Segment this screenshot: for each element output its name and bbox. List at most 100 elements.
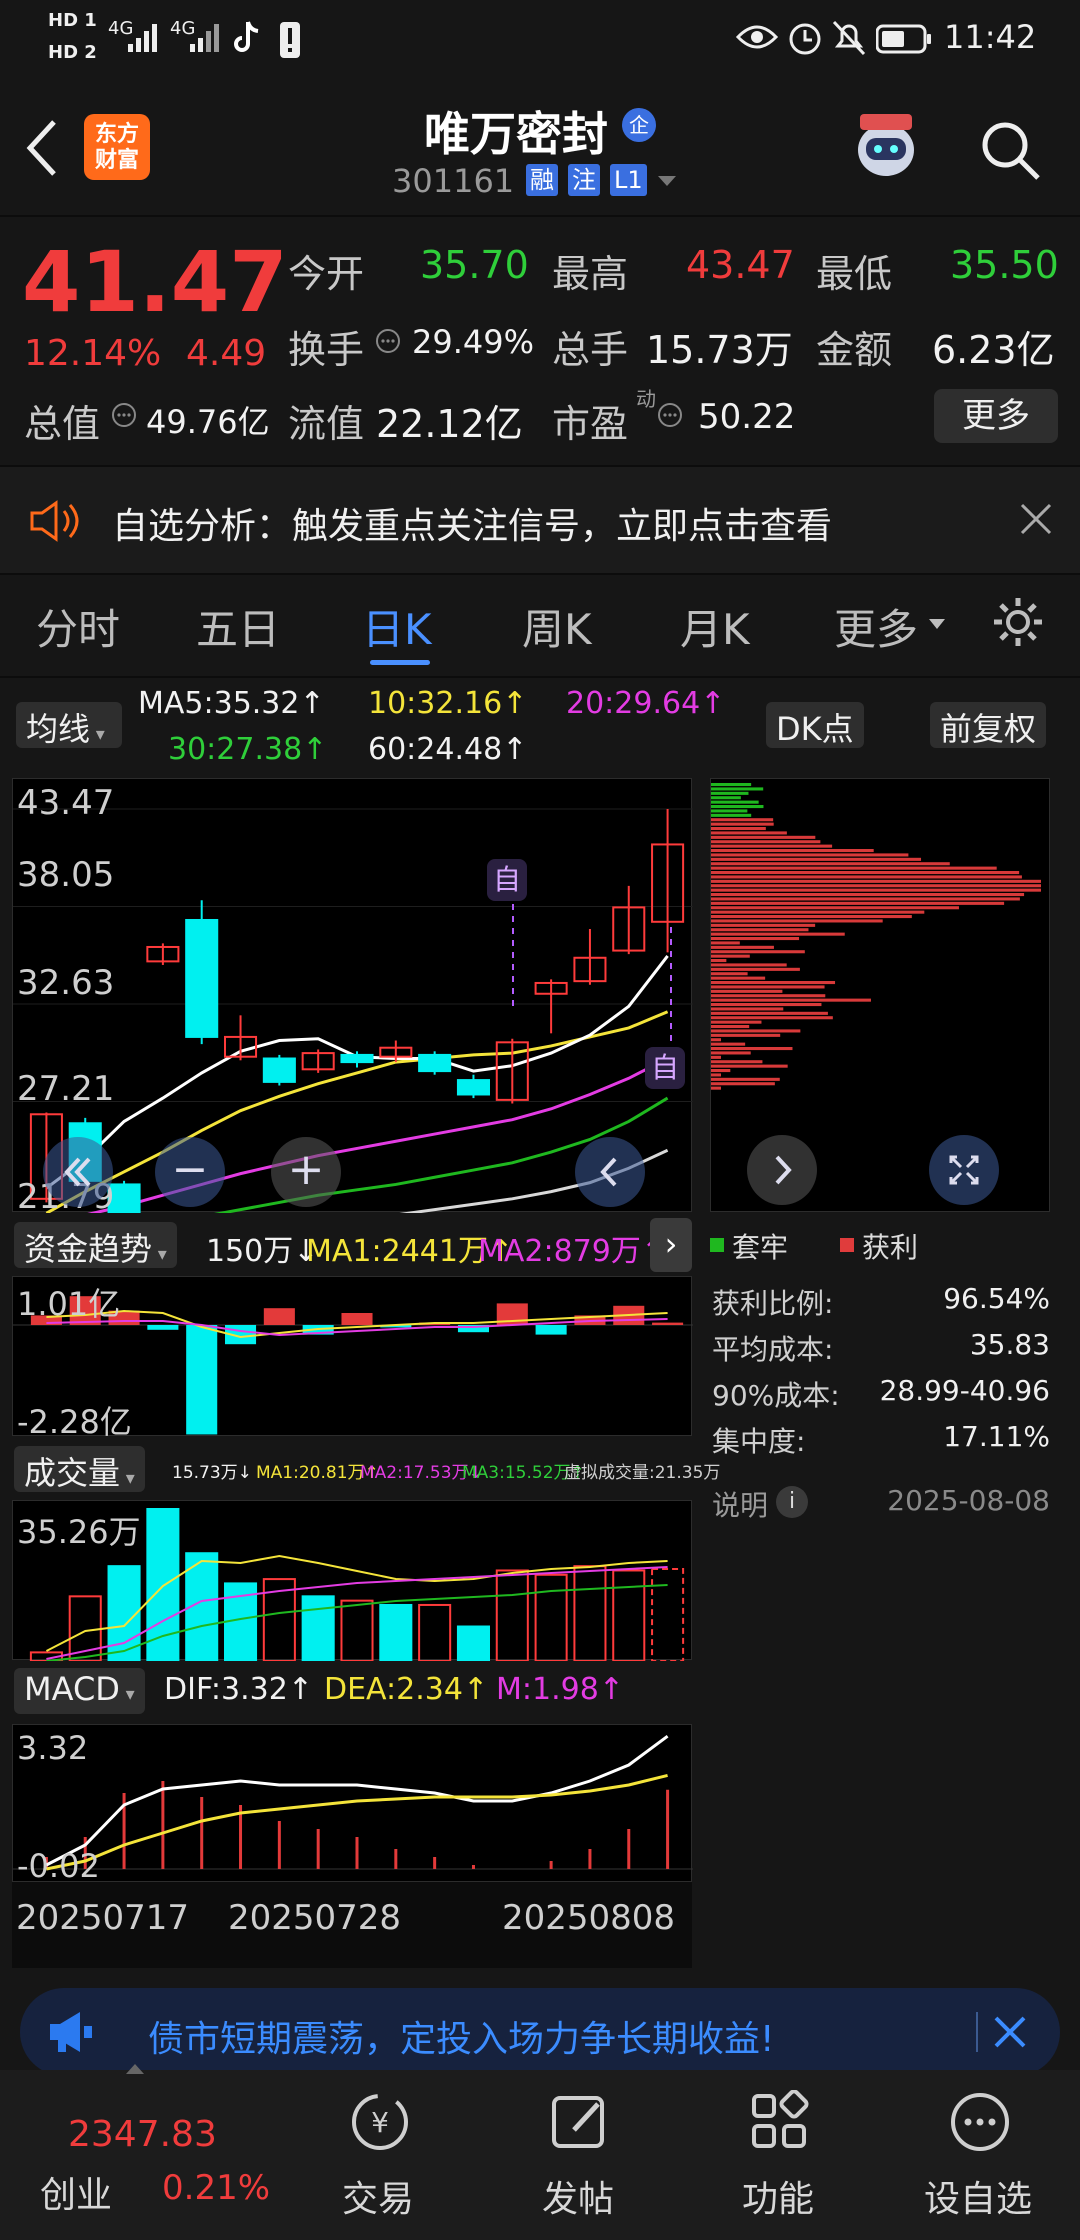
volume-y-top: 35.26万: [17, 1513, 141, 1551]
tab-weekly-k[interactable]: 周K: [522, 596, 592, 657]
back-arrow-icon[interactable]: [22, 118, 62, 178]
signal-marker-bottom[interactable]: 自: [645, 1047, 685, 1089]
status-bar: HD 1 HD 2 4G 4G 11:42: [0, 0, 1080, 80]
chip-bar: [711, 1060, 763, 1064]
scroll-back-icon[interactable]: [575, 1137, 645, 1207]
pe-info-icon[interactable]: [656, 401, 684, 429]
pe-value: 50.22: [698, 397, 796, 437]
tab-intraday[interactable]: 分时: [36, 596, 120, 657]
tag-level1[interactable]: L1: [610, 164, 647, 196]
analysis-alert-bar[interactable]: 自选分析：触发重点关注信号，立即点击查看: [0, 467, 1080, 573]
chevron-down-icon: ▾: [120, 1468, 135, 1489]
signal-marker-top[interactable]: 自: [487, 859, 527, 901]
market-cap-info-icon[interactable]: [110, 401, 138, 429]
open-value: 35.70: [420, 243, 529, 287]
kline-y-label: 32.63: [17, 963, 115, 1003]
chip-bar: [711, 818, 774, 822]
kline-y-label: 27.21: [17, 1069, 115, 1109]
volume-label: 总手: [552, 328, 629, 372]
nav-trade[interactable]: ¥ 交易: [278, 2070, 478, 2240]
search-icon[interactable]: [978, 118, 1044, 184]
zoom-in-button[interactable]: +: [271, 1137, 341, 1207]
macd-selector[interactable]: MACD ▾: [14, 1668, 145, 1714]
chip-bar: [711, 1073, 721, 1077]
chip-bar: [711, 822, 774, 826]
turnover-info-icon[interactable]: [374, 327, 402, 355]
brand-logo[interactable]: 东方 财富: [84, 114, 150, 180]
chip-bar: [711, 1038, 721, 1042]
volume-bar: [301, 1595, 335, 1661]
price-adjust-button[interactable]: 前复权: [930, 702, 1047, 748]
chevron-down-icon: ▾: [152, 1244, 167, 1265]
volume-bar: [612, 1569, 646, 1661]
chip-distribution-panel[interactable]: [710, 778, 1050, 1212]
volume-panel[interactable]: 35.26万: [12, 1500, 692, 1661]
volume-selector[interactable]: 成交量 ▾: [14, 1446, 145, 1492]
chip-bar: [711, 963, 787, 967]
candle-body: [340, 1053, 374, 1064]
volume-bar: [573, 1565, 607, 1661]
macd-selector-label: MACD: [24, 1670, 120, 1708]
robot-assistant-icon[interactable]: [846, 108, 926, 188]
ma-selector[interactable]: 均线 ▾: [16, 702, 122, 748]
expand-icon[interactable]: [929, 1135, 999, 1205]
macd-y-top: 3.32: [17, 1729, 89, 1767]
market-cap-value: 49.76亿: [146, 403, 270, 441]
more-button[interactable]: 更多: [934, 389, 1058, 443]
volume-bar: [379, 1603, 413, 1661]
turnover-label: 换手: [288, 328, 365, 372]
chip-stats: 获利比例: 96.54% 平均成本: 35.83 90%成本: 28.99-40…: [710, 1282, 1050, 1542]
nav-functions[interactable]: 功能: [678, 2070, 878, 2240]
speaker-icon: [30, 500, 79, 542]
close-icon[interactable]: [1018, 501, 1054, 537]
tab-more-dropdown-icon[interactable]: [928, 618, 946, 630]
tab-daily-k[interactable]: 日K: [362, 596, 432, 657]
tag-dropdown-icon[interactable]: [656, 174, 678, 188]
note-label[interactable]: 说明: [712, 1484, 768, 1524]
fund-trend-panel[interactable]: 1.01亿 -2.28亿: [12, 1276, 693, 1441]
fund-trend-ma2: MA2:879万↑: [478, 1234, 666, 1269]
nav-add-watchlist[interactable]: 设自选: [878, 2070, 1078, 2240]
chip-bar: [711, 897, 1020, 901]
chip-bar: [711, 950, 805, 954]
chip-next-icon[interactable]: [747, 1135, 817, 1205]
chip-bar: [711, 844, 833, 848]
scroll-start-icon[interactable]: [43, 1137, 113, 1207]
chip-bar: [711, 981, 836, 985]
megaphone-icon: [50, 2012, 92, 2052]
chip-bar: [711, 827, 766, 831]
info-icon[interactable]: i: [776, 1486, 808, 1518]
nav-post[interactable]: 发帖: [478, 2070, 678, 2240]
concentration-label: 集中度:: [712, 1425, 806, 1458]
tab-monthly-k[interactable]: 月K: [680, 596, 750, 657]
open-label: 今开: [288, 252, 365, 296]
chip-bar: [711, 1025, 750, 1029]
macd-panel[interactable]: 3.32 -0.02: [12, 1724, 693, 1885]
index-name: 创业: [40, 2175, 113, 2216]
fund-trend-next-button[interactable]: ›: [650, 1218, 692, 1272]
volume-value: 15.73万: [646, 328, 793, 372]
chip-bar: [711, 1051, 751, 1055]
amount-label: 金额: [816, 328, 893, 372]
tab-five-day[interactable]: 五日: [196, 596, 280, 657]
chip-bar: [711, 849, 874, 853]
volume-legend: 15.73万↓: [172, 1463, 252, 1483]
kline-chart-panel[interactable]: 43.47 38.05 32.63 27.21 21.79 自 自 − +: [12, 778, 693, 1217]
settings-gear-icon[interactable]: [990, 594, 1046, 650]
chip-bar: [711, 941, 740, 945]
banner-close-icon[interactable]: [990, 2012, 1030, 2052]
sim2-indicator: HD 2: [48, 42, 97, 63]
promo-banner[interactable]: 债市短期震荡，定投入场力争长期收益!: [20, 1988, 1060, 2076]
tab-more[interactable]: 更多: [834, 596, 918, 657]
index-ticker[interactable]: 2347.83 创业 0.21%: [0, 2064, 270, 2240]
chip-bar: [711, 853, 909, 857]
tag-margin[interactable]: 融: [526, 164, 558, 196]
chip-bar: [711, 1077, 780, 1081]
dk-point-button[interactable]: DK点: [766, 702, 864, 748]
tag-registration[interactable]: 注: [568, 164, 600, 196]
fund-trend-selector[interactable]: 资金趋势 ▾: [14, 1222, 177, 1268]
chip-bar: [711, 1016, 833, 1020]
brand-line1: 东方: [94, 122, 139, 147]
zoom-out-button[interactable]: −: [155, 1137, 225, 1207]
volume-bar: [495, 1569, 529, 1661]
